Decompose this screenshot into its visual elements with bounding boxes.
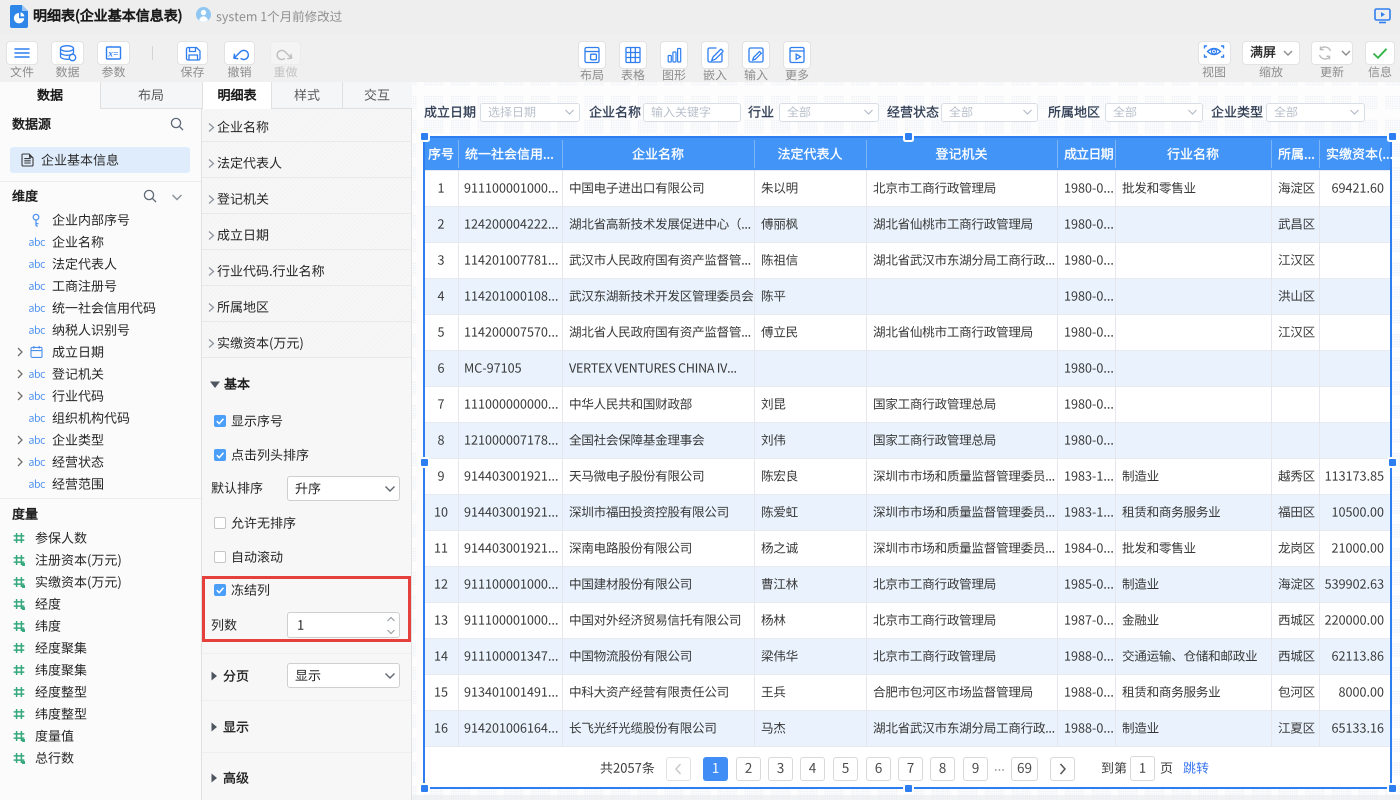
svg-text:x=: x= — [107, 50, 118, 60]
